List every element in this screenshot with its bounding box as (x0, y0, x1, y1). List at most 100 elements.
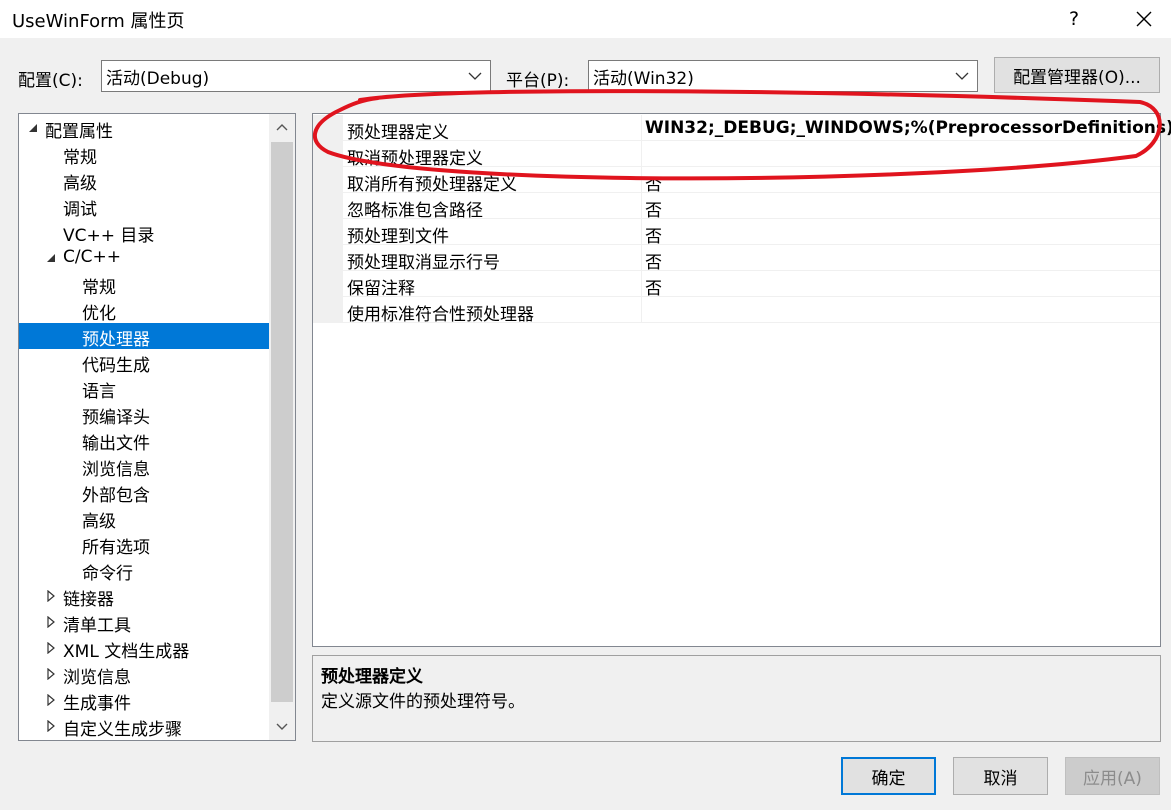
tree-item[interactable]: 所有选项 (19, 531, 269, 558)
tree-item-label: 代码生成 (82, 356, 150, 376)
row-gutter (313, 297, 343, 323)
property-row[interactable]: 使用标准符合性预处理器 (313, 297, 1160, 325)
property-row[interactable]: 预处理到文件 否 (313, 219, 1160, 247)
chevron-down-icon (468, 72, 482, 80)
expanded-triangle-icon[interactable] (45, 252, 57, 264)
collapsed-triangle-icon[interactable] (45, 668, 57, 680)
property-value[interactable]: WIN32;_DEBUG;_WINDOWS;%(PreprocessorDefi… (645, 118, 1171, 138)
description-title: 预处理器定义 (321, 667, 423, 687)
help-icon: ? (1068, 8, 1080, 30)
tree-item[interactable]: 浏览信息 (19, 453, 269, 480)
property-row[interactable]: 保留注释 否 (313, 271, 1160, 299)
config-combo[interactable]: 活动(Debug) (101, 60, 491, 92)
property-value[interactable]: 否 (645, 170, 662, 195)
chevron-down-icon (955, 72, 969, 80)
chevron-up-icon (276, 124, 288, 131)
tree-item-label: 常规 (63, 148, 97, 168)
platform-label: 平台(P): (506, 71, 570, 91)
property-row[interactable]: 预处理取消显示行号 否 (313, 245, 1160, 273)
column-divider (641, 115, 642, 141)
tree-scrollbar[interactable] (269, 114, 295, 740)
tree-item-label: 优化 (82, 304, 116, 324)
tree-item[interactable]: 清单工具 (19, 609, 269, 636)
property-value[interactable]: 否 (645, 274, 662, 299)
tree-item-label: 链接器 (63, 590, 114, 610)
scroll-thumb[interactable] (271, 142, 293, 702)
collapsed-triangle-icon[interactable] (45, 616, 57, 628)
property-name: 忽略标准包含路径 (347, 201, 483, 221)
close-button[interactable] (1118, 0, 1170, 38)
collapsed-triangle-icon[interactable] (45, 642, 57, 654)
tree-item[interactable]: 外部包含 (19, 479, 269, 506)
tree-item-label: 自定义生成步骤 (63, 720, 182, 740)
tree-item-label: 生成事件 (63, 694, 131, 714)
ok-button[interactable]: 确定 (841, 757, 936, 795)
property-row[interactable]: 预处理器定义 WIN32;_DEBUG;_WINDOWS;%(Preprocess… (313, 115, 1171, 143)
collapsed-triangle-icon[interactable] (45, 590, 57, 602)
collapsed-triangle-icon[interactable] (45, 694, 57, 706)
row-gutter (313, 219, 343, 245)
tree-item[interactable]: 高级 (19, 505, 269, 532)
row-gutter (313, 193, 343, 219)
row-gutter (313, 245, 343, 271)
row-gutter (313, 167, 343, 193)
tree-item[interactable]: 调试 (19, 193, 269, 220)
tree-item[interactable]: VC++ 目录 (19, 219, 269, 246)
apply-button[interactable]: 应用(A) (1065, 757, 1160, 795)
tree-item-label: 外部包含 (82, 486, 150, 506)
platform-value: 活动(Win32) (593, 68, 694, 89)
tree-item[interactable]: 输出文件 (19, 427, 269, 454)
chevron-down-icon (276, 723, 288, 730)
property-row[interactable]: 取消预处理器定义 (313, 141, 1160, 169)
tree-item-label: 预编译头 (82, 408, 150, 428)
tree-item[interactable]: 预编译头 (19, 401, 269, 428)
tree-item[interactable]: 生成事件 (19, 687, 269, 714)
tree-item-label: 所有选项 (82, 538, 150, 558)
tree-item[interactable]: 常规 (19, 141, 269, 168)
tree-item[interactable]: 预处理器 (19, 323, 269, 350)
tree-item[interactable]: 优化 (19, 297, 269, 324)
tree-item-label: 清单工具 (63, 616, 131, 636)
cancel-button[interactable]: 取消 (953, 757, 1048, 795)
title-bar: UseWinForm 属性页 ? (0, 0, 1171, 38)
property-grid: 预处理器定义 WIN32;_DEBUG;_WINDOWS;%(Preprocess… (312, 113, 1171, 647)
property-name: 预处理器定义 (347, 123, 449, 143)
property-value[interactable]: 否 (645, 222, 662, 247)
tree-item-label: 高级 (63, 174, 97, 194)
property-value[interactable]: 否 (645, 248, 662, 273)
tree-item[interactable]: 代码生成 (19, 349, 269, 376)
tree-item[interactable]: 常规 (19, 271, 269, 298)
tree-item[interactable]: 语言 (19, 375, 269, 402)
column-divider (641, 193, 642, 219)
property-value[interactable]: 否 (645, 196, 662, 221)
property-name: 预处理取消显示行号 (347, 253, 500, 273)
config-value: 活动(Debug) (106, 68, 210, 89)
tree-item-label: 浏览信息 (63, 668, 131, 688)
tree-item[interactable]: 浏览信息 (19, 661, 269, 688)
property-tree: 配置属性 常规 高级 调试 VC++ 目录 C/C++ 常规 优化 预处理器 代码生成 语言 预编译头… (18, 113, 296, 741)
config-manager-button[interactable]: 配置管理器(O)... (994, 57, 1160, 93)
property-name: 取消预处理器定义 (347, 149, 483, 169)
expanded-triangle-icon[interactable] (27, 122, 39, 134)
tree-item[interactable]: 配置属性 (19, 115, 269, 142)
tree-item[interactable]: 链接器 (19, 583, 269, 610)
tree-item[interactable]: C/C++ (19, 245, 269, 271)
row-gutter (313, 271, 343, 297)
scroll-down-button[interactable] (269, 714, 295, 740)
property-name: 预处理到文件 (347, 227, 449, 247)
tree-item[interactable]: 自定义生成步骤 (19, 713, 269, 740)
tree-item[interactable]: 命令行 (19, 557, 269, 584)
tree-item[interactable]: XML 文档生成器 (19, 635, 269, 662)
property-row[interactable]: 忽略标准包含路径 否 (313, 193, 1160, 221)
property-name: 取消所有预处理器定义 (347, 175, 517, 195)
help-button[interactable]: ? (1050, 0, 1098, 38)
tree-item-label: 输出文件 (82, 434, 150, 454)
scroll-up-button[interactable] (269, 114, 295, 140)
column-divider (641, 297, 642, 323)
property-row[interactable]: 取消所有预处理器定义 否 (313, 167, 1160, 195)
column-divider (641, 271, 642, 297)
tree-item[interactable]: 高级 (19, 167, 269, 194)
platform-combo[interactable]: 活动(Win32) (588, 60, 978, 92)
collapsed-triangle-icon[interactable] (45, 720, 57, 732)
column-divider (641, 245, 642, 271)
